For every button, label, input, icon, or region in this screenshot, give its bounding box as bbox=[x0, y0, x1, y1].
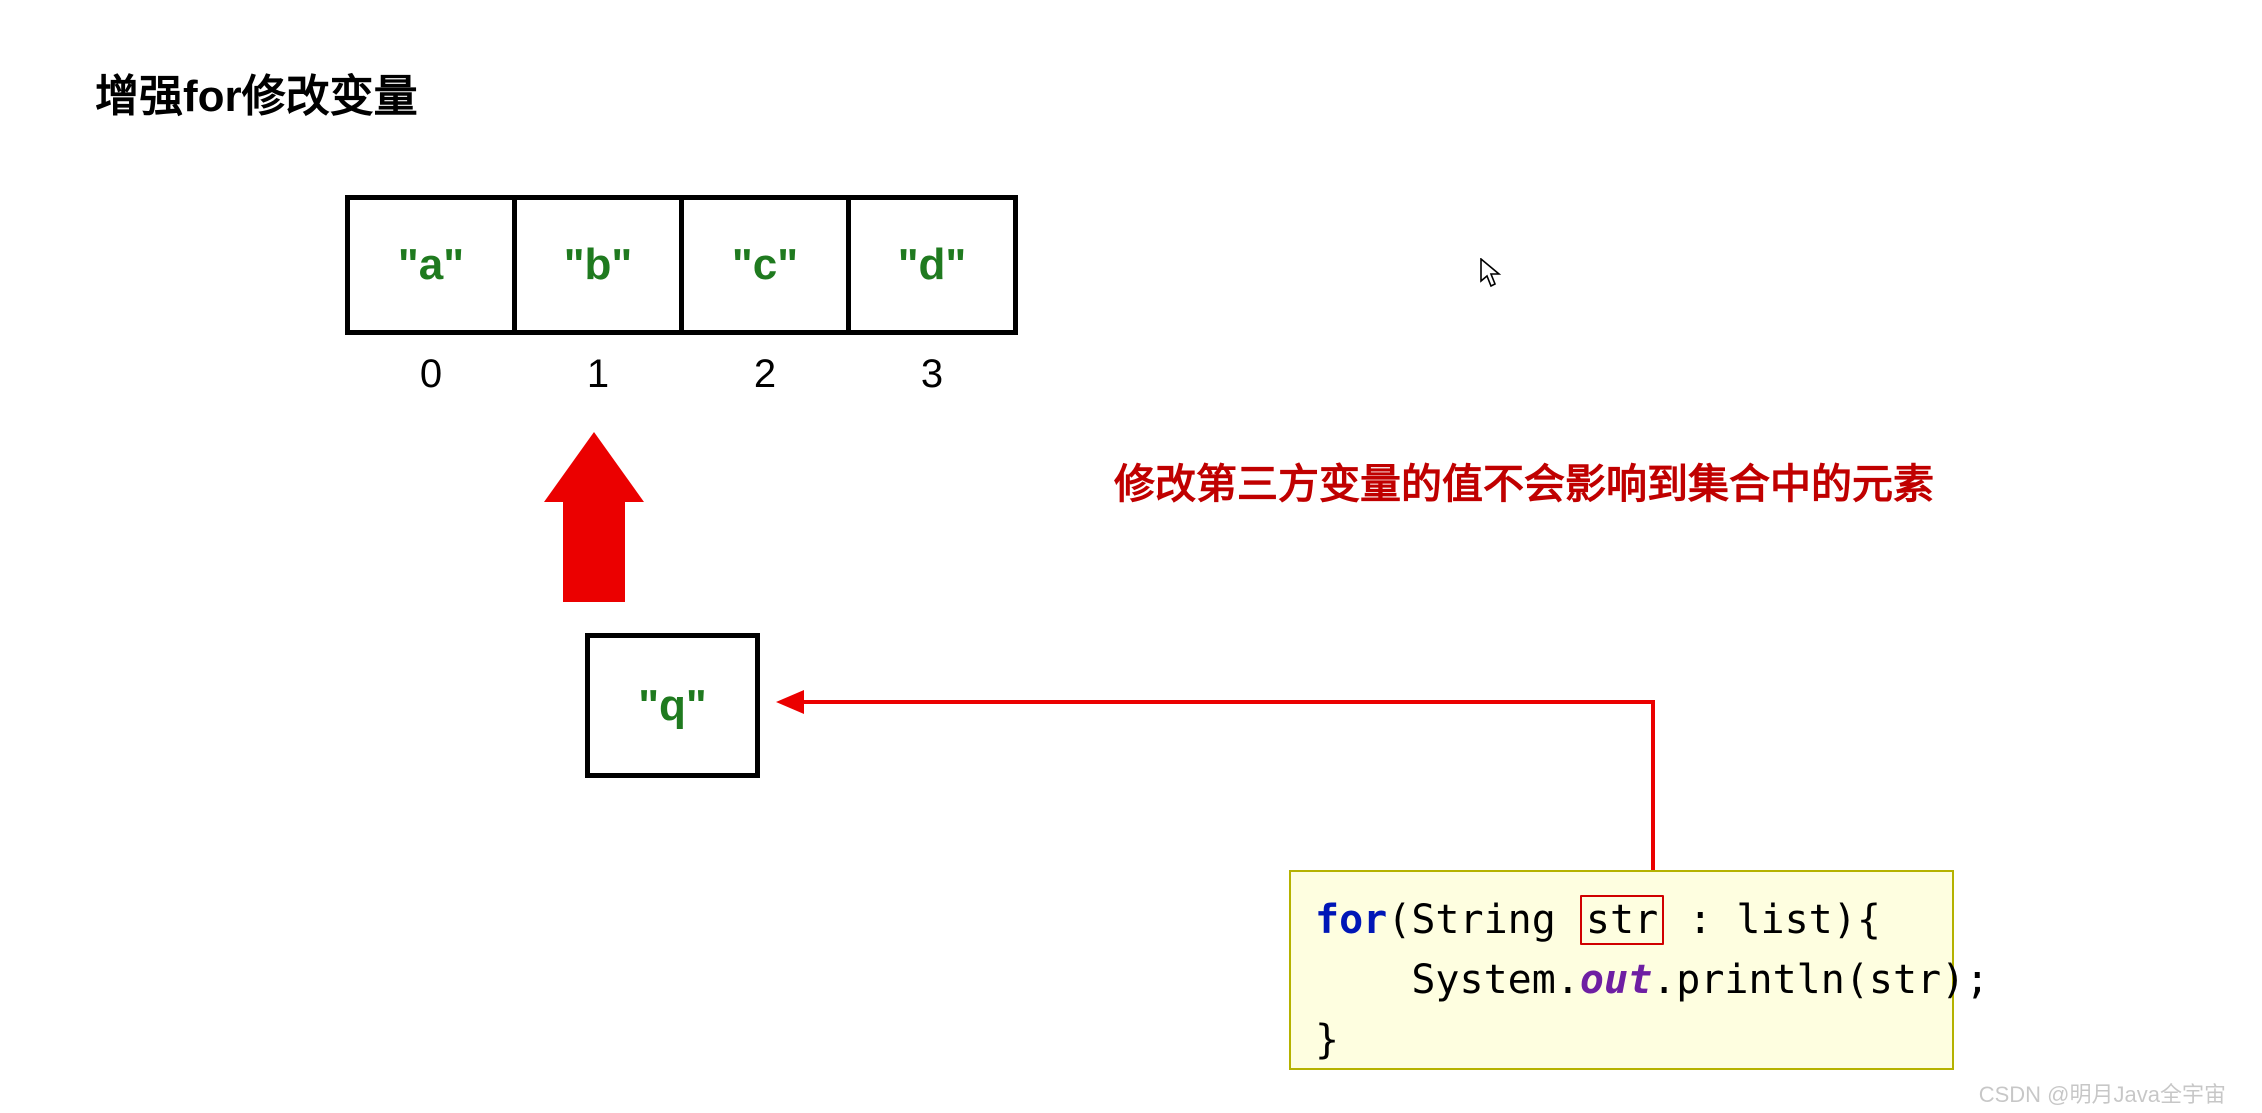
explanation-text: 修改第三方变量的值不会影响到集合中的元素 bbox=[1114, 450, 1934, 510]
code-text: } bbox=[1315, 1017, 1339, 1063]
keyword-for: for bbox=[1315, 897, 1387, 943]
array-cell-1: "b" bbox=[512, 195, 684, 335]
code-text: (String bbox=[1387, 897, 1580, 943]
watermark-text: CSDN @明月Java全宇宙 bbox=[1979, 1077, 2226, 1109]
array-cell-2: "c" bbox=[679, 195, 851, 335]
index-3: 3 bbox=[846, 352, 1018, 397]
code-text: .println(str); bbox=[1652, 957, 1989, 1003]
index-row: 0 1 2 3 bbox=[345, 352, 1018, 397]
index-0: 0 bbox=[345, 352, 517, 397]
index-2: 2 bbox=[679, 352, 851, 397]
keyword-out: out bbox=[1580, 957, 1652, 1003]
boxed-variable-str: str bbox=[1580, 895, 1664, 945]
up-arrow-icon bbox=[554, 432, 634, 602]
array-row: "a" "b" "c" "d" bbox=[345, 195, 1018, 335]
page-title: 增强for修改变量 bbox=[95, 60, 418, 124]
array-cell-3: "d" bbox=[846, 195, 1018, 335]
code-text: : list){ bbox=[1664, 897, 1881, 943]
index-1: 1 bbox=[512, 352, 684, 397]
variable-q-box: "q" bbox=[585, 633, 760, 778]
arrow-left-icon bbox=[776, 690, 804, 714]
array-cell-0: "a" bbox=[345, 195, 517, 335]
code-snippet: for(String str : list){ System.out.print… bbox=[1289, 870, 1954, 1070]
code-text: System. bbox=[1315, 957, 1580, 1003]
cursor-icon bbox=[1480, 258, 1502, 295]
